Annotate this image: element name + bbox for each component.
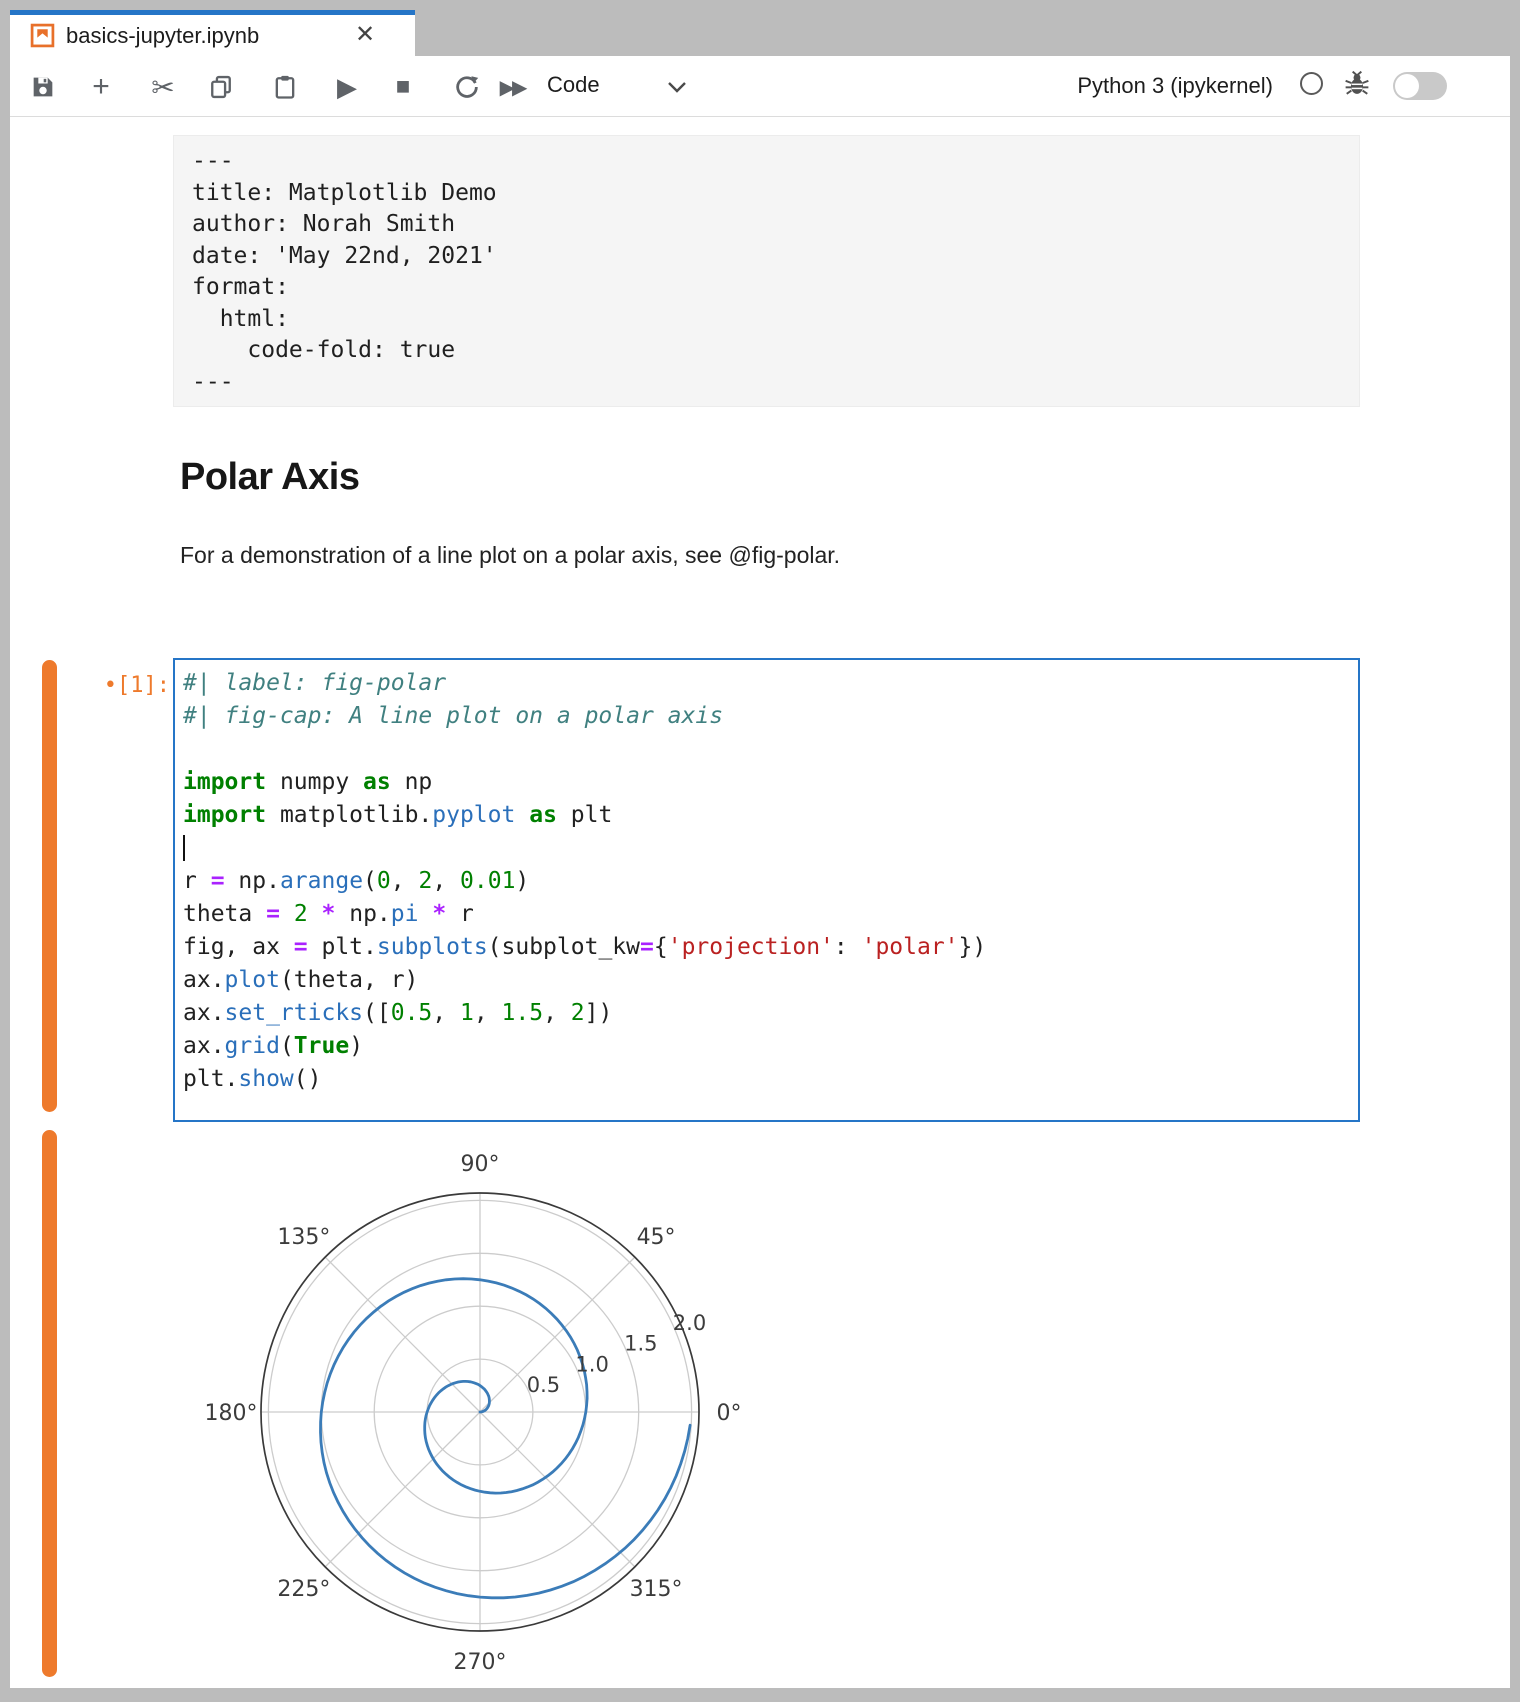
cut-cells-button[interactable]: ✂ xyxy=(145,69,181,105)
svg-text:225°: 225° xyxy=(277,1577,330,1602)
execution-prompt: •[1]: xyxy=(65,673,170,698)
code-line: plt.show() xyxy=(183,1066,1354,1099)
code-line: fig, ax = plt.subplots(subplot_kw={'proj… xyxy=(183,934,1354,967)
svg-text:0.5: 0.5 xyxy=(527,1373,560,1397)
svg-text:2.0: 2.0 xyxy=(673,1311,706,1335)
code-line: ax.plot(theta, r) xyxy=(183,967,1354,1000)
code-cell[interactable]: #| label: fig-polar#| fig-cap: A line pl… xyxy=(173,658,1360,1122)
tab-bar: basics-jupyter.ipynb ✕ xyxy=(10,10,1510,56)
save-button[interactable] xyxy=(25,69,61,105)
code-line: ax.grid(True) xyxy=(183,1033,1354,1066)
paste-icon xyxy=(271,73,299,101)
chevron-down-icon[interactable] xyxy=(666,80,688,94)
close-icon[interactable]: ✕ xyxy=(350,20,380,50)
code-line: import matplotlib.pyplot as plt xyxy=(183,802,1354,835)
notebook-document: --- title: Matplotlib Demo author: Norah… xyxy=(10,117,1510,1688)
code-line xyxy=(183,736,1354,769)
save-icon xyxy=(29,73,57,101)
code-line: theta = 2 * np.pi * r xyxy=(183,901,1354,934)
svg-text:45°: 45° xyxy=(637,1225,676,1250)
run-all-button[interactable]: ▶▶ xyxy=(494,69,530,105)
yaml-text: --- title: Matplotlib Demo author: Norah… xyxy=(192,146,497,398)
markdown-heading: Polar Axis xyxy=(180,456,359,499)
simple-interface-toggle[interactable] xyxy=(1393,72,1447,100)
svg-text:1.0: 1.0 xyxy=(575,1352,608,1376)
code-line: ax.set_rticks([0.5, 1, 1.5, 2]) xyxy=(183,1000,1354,1033)
tab-title: basics-jupyter.ipynb xyxy=(66,23,259,49)
svg-text:90°: 90° xyxy=(461,1152,500,1177)
svg-text:180°: 180° xyxy=(205,1401,258,1426)
kernel-name[interactable]: Python 3 (ipykernel) xyxy=(1077,73,1273,99)
code-line xyxy=(183,835,1354,868)
interrupt-kernel-button[interactable]: ■ xyxy=(385,69,421,105)
debugger-bug-icon[interactable] xyxy=(1344,70,1370,96)
restart-icon xyxy=(453,73,481,101)
svg-text:270°: 270° xyxy=(454,1650,507,1675)
insert-cell-button[interactable]: + xyxy=(83,69,119,105)
svg-text:315°: 315° xyxy=(630,1577,683,1602)
paste-cells-button[interactable] xyxy=(267,69,303,105)
svg-text:1.5: 1.5 xyxy=(624,1332,657,1356)
run-cell-button[interactable]: ▶ xyxy=(329,69,365,105)
kernel-status-icon xyxy=(1300,72,1323,95)
copy-icon xyxy=(207,73,235,101)
code-editor[interactable]: #| label: fig-polar#| fig-cap: A line pl… xyxy=(183,670,1354,1099)
restart-kernel-button[interactable] xyxy=(449,69,485,105)
output-collapser[interactable] xyxy=(42,1130,57,1677)
polar-plot: 0° 45° 90° 135° 180° 225° 270° 315° 0.5 1.0 1.5 2.0 xyxy=(160,1128,790,1688)
copy-cells-button[interactable] xyxy=(203,69,239,105)
cell-type-dropdown[interactable]: Code xyxy=(547,72,600,98)
notebook-file-icon xyxy=(30,23,55,48)
yaml-frontmatter-block[interactable]: --- title: Matplotlib Demo author: Norah… xyxy=(173,135,1360,407)
cell-collapser[interactable] xyxy=(42,660,57,1112)
notebook-tab[interactable]: basics-jupyter.ipynb ✕ xyxy=(10,10,415,56)
code-line: import numpy as np xyxy=(183,769,1354,802)
notebook-toolbar: + ✂ ▶ ■ ▶▶ Code Python 3 (ipykern xyxy=(10,56,1510,117)
toggle-knob xyxy=(1395,74,1419,98)
code-line: r = np.arange(0, 2, 0.01) xyxy=(183,868,1354,901)
code-line: #| label: fig-polar xyxy=(183,670,1354,703)
code-line: #| fig-cap: A line plot on a polar axis xyxy=(183,703,1354,736)
svg-text:135°: 135° xyxy=(277,1225,330,1250)
svg-text:0°: 0° xyxy=(717,1401,742,1426)
markdown-paragraph: For a demonstration of a line plot on a … xyxy=(180,542,840,569)
jupyterlab-window: basics-jupyter.ipynb ✕ + ✂ xyxy=(10,10,1510,1688)
